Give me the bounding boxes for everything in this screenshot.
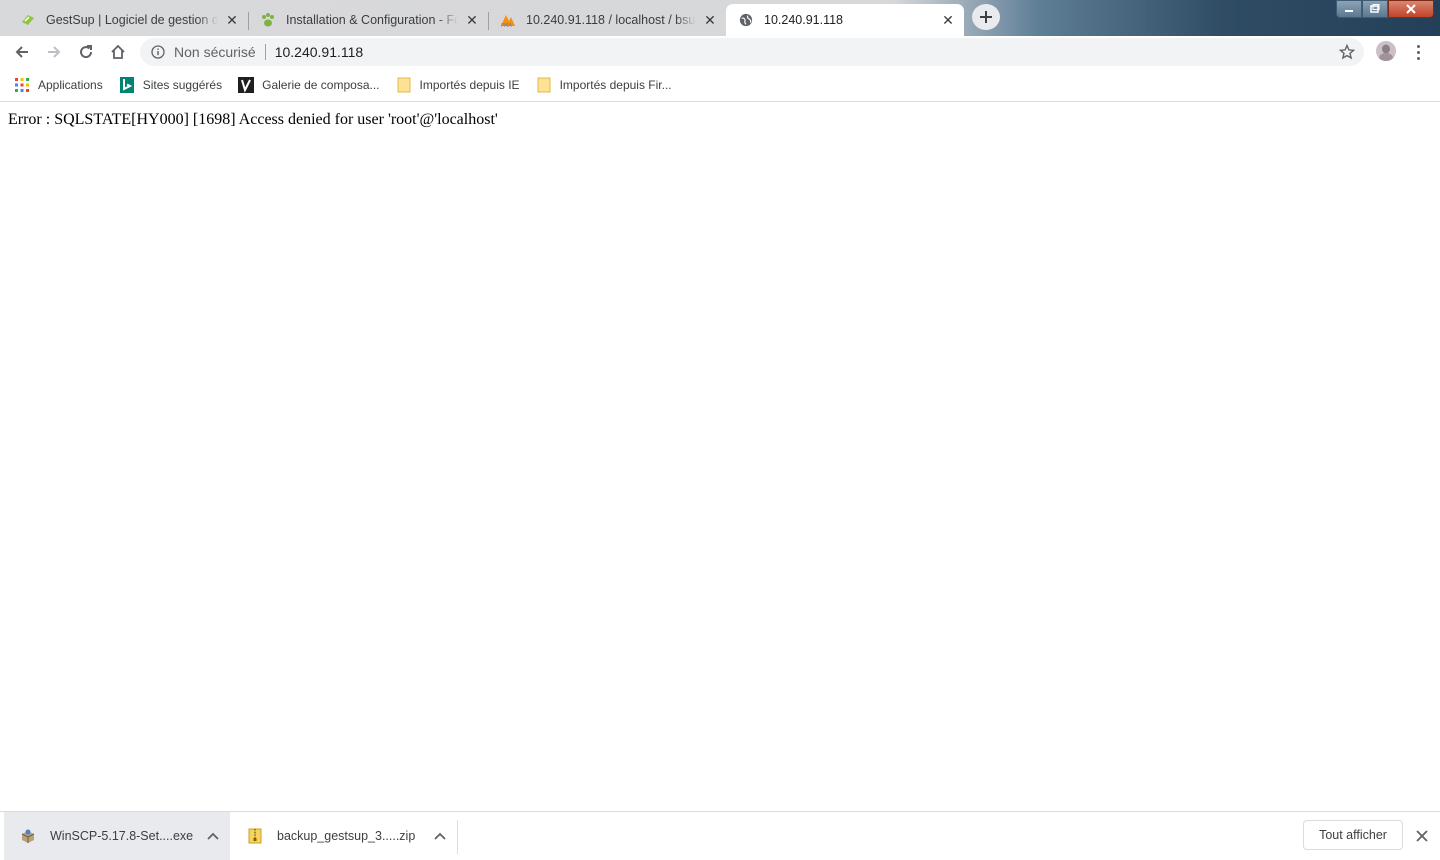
home-button[interactable] bbox=[106, 40, 130, 64]
bookmark-applications[interactable]: Applications bbox=[14, 77, 103, 93]
download-filename: backup_gestsup_3.....zip bbox=[277, 829, 416, 843]
download-item-backup[interactable]: backup_gestsup_3.....zip bbox=[231, 812, 457, 860]
tab-title: 10.240.91.118 / localhost / bsup | bbox=[526, 13, 696, 27]
tab-active[interactable]: 10.240.91.118 ✕ bbox=[726, 4, 964, 36]
reload-icon bbox=[80, 45, 93, 59]
bing-icon bbox=[119, 76, 135, 93]
tab-title: Installation & Configuration - For bbox=[286, 13, 458, 27]
url-text[interactable]: 10.240.91.118 bbox=[275, 44, 364, 60]
gestsup-icon bbox=[20, 12, 36, 28]
new-tab-button[interactable] bbox=[972, 4, 1000, 30]
tab-installation[interactable]: Installation & Configuration - For ✕ bbox=[248, 4, 489, 36]
window-controls bbox=[1336, 0, 1434, 18]
star-icon[interactable] bbox=[1338, 43, 1356, 61]
show-all-button[interactable]: Tout afficher bbox=[1303, 820, 1403, 850]
download-item-winscp[interactable]: WinSCP-5.17.8-Set....exe bbox=[4, 812, 230, 860]
back-button[interactable] bbox=[10, 40, 34, 64]
bookmarks-bar: Applications Sites suggérés Galerie de c… bbox=[0, 68, 1440, 102]
arrow-left-icon bbox=[15, 46, 28, 58]
download-shelf: WinSCP-5.17.8-Set....exe backup_gestsup_… bbox=[0, 811, 1440, 860]
avatar[interactable] bbox=[1376, 41, 1396, 61]
more-dot bbox=[1416, 50, 1420, 54]
tab-phpmyadmin[interactable]: PMA 10.240.91.118 / localhost / bsup | ✕ bbox=[488, 4, 726, 36]
arrow-right-icon bbox=[48, 46, 61, 58]
bookmark-sites-suggeres[interactable]: Sites suggérés bbox=[119, 76, 223, 93]
bookmark-folder-firefox[interactable]: Importés depuis Fir... bbox=[536, 77, 672, 93]
zip-icon bbox=[247, 828, 263, 844]
download-filename: WinSCP-5.17.8-Set....exe bbox=[50, 829, 194, 843]
menu-button[interactable] bbox=[1410, 42, 1426, 62]
bookmark-folder-ie[interactable]: Importés depuis IE bbox=[396, 77, 520, 93]
paw-icon bbox=[260, 12, 276, 28]
chevron-up-icon[interactable] bbox=[433, 829, 447, 843]
reload-button[interactable] bbox=[74, 40, 98, 64]
download-separator bbox=[457, 820, 458, 854]
tab-gestsup[interactable]: GestSup | Logiciel de gestion de ✕ bbox=[8, 4, 249, 36]
globe-icon bbox=[738, 12, 754, 28]
installer-icon bbox=[20, 828, 36, 844]
chevron-up-icon[interactable] bbox=[206, 829, 220, 843]
browser-toolbar: Non sécurisé 10.240.91.118 bbox=[0, 36, 1440, 68]
bookmark-label: Applications bbox=[38, 77, 103, 92]
tab-title: GestSup | Logiciel de gestion de bbox=[46, 13, 218, 27]
close-icon[interactable] bbox=[1413, 827, 1431, 845]
home-icon bbox=[111, 44, 125, 59]
tab-title: 10.240.91.118 bbox=[764, 13, 844, 27]
folder-icon bbox=[536, 77, 552, 93]
maximize-button[interactable] bbox=[1362, 0, 1388, 18]
more-dot bbox=[1416, 56, 1420, 60]
close-icon[interactable]: ✕ bbox=[702, 12, 718, 28]
window-close-button[interactable] bbox=[1388, 0, 1434, 18]
bookmark-label: Importés depuis IE bbox=[419, 77, 520, 92]
svg-text:PMA: PMA bbox=[501, 23, 512, 28]
info-icon[interactable] bbox=[150, 44, 166, 60]
apps-grid-icon bbox=[14, 77, 30, 93]
forward-button[interactable] bbox=[42, 40, 66, 64]
bookmark-label: Galerie de composa... bbox=[262, 77, 380, 92]
tab-strip: GestSup | Logiciel de gestion de ✕ Insta… bbox=[0, 0, 1440, 36]
close-icon[interactable]: ✕ bbox=[224, 12, 240, 28]
page-content: Error : SQLSTATE[HY000] [1698] Access de… bbox=[0, 103, 1440, 811]
bookmark-label: Importés depuis Fir... bbox=[559, 77, 672, 92]
minimize-button[interactable] bbox=[1336, 0, 1362, 18]
gallery-icon bbox=[238, 76, 255, 93]
more-dot bbox=[1416, 44, 1420, 48]
phpmyadmin-icon: PMA bbox=[500, 12, 516, 28]
address-bar[interactable]: Non sécurisé 10.240.91.118 bbox=[140, 38, 1364, 66]
security-label[interactable]: Non sécurisé bbox=[174, 44, 256, 60]
omnibox-divider bbox=[264, 44, 266, 60]
error-message: Error : SQLSTATE[HY000] [1698] Access de… bbox=[8, 111, 498, 128]
close-icon[interactable]: ✕ bbox=[940, 12, 956, 28]
bookmark-galerie[interactable]: Galerie de composa... bbox=[238, 76, 380, 93]
close-icon[interactable]: ✕ bbox=[464, 12, 480, 28]
folder-icon bbox=[396, 77, 412, 93]
bookmark-label: Sites suggérés bbox=[142, 77, 223, 92]
